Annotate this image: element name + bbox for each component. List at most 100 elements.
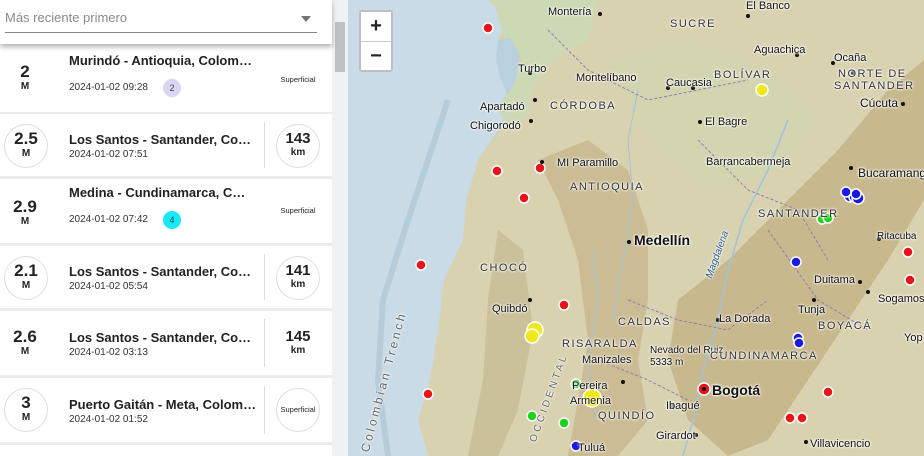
event-time: 2024-01-02 01:52 <box>69 414 148 425</box>
depth-badge: 141 km <box>276 256 320 300</box>
magnitude-unit: M <box>21 412 31 423</box>
depth-value: 141 <box>285 262 311 279</box>
event-card[interactable] <box>0 445 332 456</box>
earthquake-marker[interactable] <box>822 386 834 398</box>
city-dot <box>540 160 544 164</box>
map-label-quindio: QUINDÍO <box>598 410 656 422</box>
map-label-el-bagre: El Bagre <box>705 116 748 128</box>
felt-count-badge: 4 <box>163 211 181 229</box>
map-label-risaralda: RISARALDA <box>562 338 638 350</box>
magnitude-value: 3 <box>21 393 31 412</box>
depth-badge: 143 km <box>276 124 320 168</box>
depth-unit: km <box>290 279 306 290</box>
earthquake-marker[interactable] <box>491 165 503 177</box>
sort-select[interactable]: Más reciente primero <box>5 6 317 33</box>
map-view[interactable]: + − Montería El Banco SUCRE Aguachica Oc… <box>348 0 924 456</box>
map-label-santander: SANTANDER <box>758 208 839 220</box>
map-label-yopal: Yop <box>904 332 923 344</box>
earthquake-marker[interactable] <box>902 246 914 258</box>
zoom-out-button[interactable]: − <box>361 41 391 71</box>
map-label-la-dorada: La Dorada <box>719 313 771 325</box>
earthquake-marker[interactable] <box>755 83 769 97</box>
city-dot <box>901 102 905 106</box>
earthquake-marker[interactable] <box>534 162 546 174</box>
map-label-sogamoso: Sogamos <box>878 293 924 305</box>
map-label-tulua: Tuluá <box>578 442 606 454</box>
city-dot <box>627 240 631 244</box>
map-label-quibdo: Quibdó <box>492 303 528 315</box>
scrollbar-thumb[interactable] <box>335 22 345 72</box>
city-dot <box>702 387 706 391</box>
magnitude-unit: M <box>20 346 30 357</box>
city-dot <box>533 98 537 102</box>
magnitude-value: 2.5 <box>14 129 38 148</box>
city-dot <box>598 12 602 16</box>
event-time: 2024-01-02 05:54 <box>69 281 148 292</box>
map-label-girardot: Girardot <box>656 430 696 442</box>
map-label-medellin: Medellín <box>634 232 691 248</box>
earthquake-marker[interactable] <box>793 337 805 349</box>
earthquake-marker[interactable] <box>518 192 530 204</box>
event-card[interactable]: 3 M Puerto Gaitán - Meta, Colombia 2024-… <box>0 378 332 442</box>
depth-badge: 145 km <box>276 322 320 366</box>
depth-label: Superficial <box>280 405 316 414</box>
city-dot <box>746 14 750 18</box>
event-time: 2024-01-02 07:51 <box>69 149 148 160</box>
magnitude-badge: 2.6 M <box>4 323 46 365</box>
earthquake-marker[interactable] <box>558 299 570 311</box>
map-label-duitama: Duitama <box>814 274 855 286</box>
earthquake-marker[interactable] <box>796 412 808 424</box>
depth-label: Superficial <box>280 75 316 84</box>
magnitude-unit: M <box>20 216 30 227</box>
earthquake-marker[interactable] <box>840 186 852 198</box>
map-label-norte-santander-2: SANTANDER <box>834 80 915 92</box>
earthquake-marker[interactable] <box>482 22 494 34</box>
card-divider <box>264 122 265 168</box>
map-label-boyaca: BOYACÁ <box>818 320 873 332</box>
list-scrollbar[interactable] <box>332 0 348 456</box>
depth-label: Superficial <box>280 206 316 215</box>
earthquake-marker[interactable] <box>415 259 427 271</box>
event-card[interactable]: 2.9 M Medina - Cundinamarca, Colombia 20… <box>0 179 332 243</box>
map-label-chigorodo: Chigorodó <box>470 120 521 132</box>
zoom-in-button[interactable]: + <box>361 12 391 41</box>
event-card[interactable]: 2.1 M Los Santos - Santander, Colombia 2… <box>0 246 332 308</box>
event-title: Puerto Gaitán - Meta, Colombia <box>69 397 259 412</box>
earthquake-marker[interactable] <box>558 417 570 429</box>
map-label-manizales: Manizales <box>582 354 632 366</box>
magnitude-badge: 2.5 M <box>4 124 48 168</box>
earthquake-marker[interactable] <box>850 188 862 200</box>
map-label-apartado: Apartadó <box>480 101 525 113</box>
earthquake-marker[interactable] <box>904 274 916 286</box>
magnitude-value: 2.1 <box>14 261 38 280</box>
depth-badge: Superficial <box>276 388 320 432</box>
map-label-caldas: CALDAS <box>618 316 672 328</box>
depth-value: 143 <box>285 130 311 147</box>
event-title: Medina - Cundinamarca, Colombia <box>69 185 252 200</box>
map-label-choco: CHOCÓ <box>480 262 529 274</box>
magnitude-badge: 3 M <box>4 388 48 432</box>
map-label-turbo: Turbo <box>518 63 547 75</box>
earthquake-marker[interactable] <box>422 388 434 400</box>
map-label-cordoba: CÓRDOBA <box>550 100 617 112</box>
event-time: 2024-01-02 09:28 <box>69 82 148 93</box>
dropdown-arrow-icon[interactable] <box>301 16 311 22</box>
map-label-cundinamarca: CUNDINAMARCA <box>710 350 818 362</box>
map-label-nevado-altitude: 5333 m <box>650 357 684 368</box>
event-card[interactable]: 2 M Murindó - Antioquia, Colombia 2024-0… <box>0 44 332 112</box>
earthquake-marker[interactable] <box>790 256 802 268</box>
map-label-norte-santander-1: NORTE DE <box>838 68 907 80</box>
city-dot <box>812 298 816 302</box>
event-card[interactable]: 2.5 M Los Santos - Santander, Colombia 2… <box>0 114 332 176</box>
map-label-montelibano: Montelíbano <box>576 72 637 84</box>
depth-unit: km <box>290 345 306 356</box>
zoom-control: + − <box>359 10 393 72</box>
earthquake-marker[interactable] <box>524 328 540 344</box>
magnitude-badge: 2.9 M <box>4 193 46 235</box>
earthquake-marker[interactable] <box>784 412 796 424</box>
map-label-monteria: Montería <box>548 6 592 18</box>
city-dot <box>528 298 532 302</box>
map-label-bucaramanga: Bucaramanga <box>858 166 924 180</box>
card-divider <box>264 254 265 300</box>
event-card[interactable]: 2.6 M Los Santos - Santander, Colombia 2… <box>0 311 332 375</box>
